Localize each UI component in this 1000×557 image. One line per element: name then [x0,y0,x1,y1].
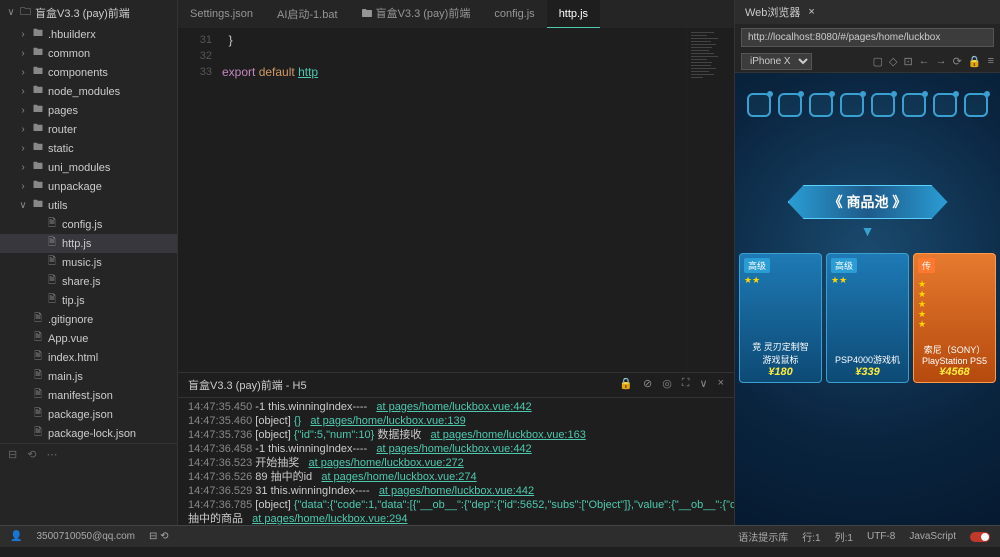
log-line: 14:47:35.460 [object] {} at pages/home/l… [188,414,724,428]
tree-item--gitignore[interactable]: 🗎.gitignore [0,310,177,329]
console: 盲盒V3.3 (pay)前端 - H5 🔒 ⊘ ◎ ⛶ ∨ × 14:47:35… [178,372,734,525]
status-user[interactable]: 3500710050@qq.com [36,531,135,542]
console-stop-icon[interactable]: ⊘ [643,377,652,393]
status-bar: 👤 3500710050@qq.com ⊟ ⟲ 语法提示库行:1 列:1 UTF-8… [0,525,1000,547]
tree-item-share-js[interactable]: 🗎share.js [0,272,177,291]
file-explorer: ∨🗀 盲盒V3.3 (pay)前端 ›🖿.hbuilderx›🖿common›🖿… [0,0,178,525]
project-root[interactable]: ∨🗀 盲盒V3.3 (pay)前端 [0,0,177,25]
preview-refresh-icon[interactable]: ⟳ [953,55,962,68]
tab--V3-3-pay-[interactable]: 🖿 盲盒V3.3 (pay)前端 [350,0,483,28]
tree-item-unpackage[interactable]: ›🖿unpackage [0,177,177,196]
console-title: 盲盒V3.3 (pay)前端 - H5 [188,377,307,393]
log-line: 抽中的商品 at pages/home/luckbox.vue:294 [188,512,724,525]
tree-item-index-html[interactable]: 🗎index.html [0,348,177,367]
product-card[interactable]: 高级★★竞 灵刃定制智游戏鼠标¥180 [739,253,822,383]
tree-item--hbuilderx[interactable]: ›🖿.hbuilderx [0,25,177,44]
editor-area: Settings.jsonAI启动-1.bat🖿 盲盒V3.3 (pay)前端c… [178,0,734,525]
tree-item-components[interactable]: ›🖿components [0,63,177,82]
tree-item-manifest-json[interactable]: 🗎manifest.json [0,386,177,405]
tree-item-package-json[interactable]: 🗎package.json [0,405,177,424]
minimap[interactable] [686,28,734,372]
log-link[interactable]: at pages/home/luckbox.vue:163 [431,429,586,441]
tree-item-utils[interactable]: ∨🖿utils [0,196,177,215]
log-line: 14:47:36.523 开始抽奖 at pages/home/luckbox.… [188,456,724,470]
preview-tool-1[interactable]: ▢ [873,55,883,68]
log-line: 14:47:36.529 31 this.winningIndex---- at… [188,484,724,498]
preview-lock-icon[interactable]: 🔒 [968,55,982,68]
project-name: 盲盒V3.3 (pay)前端 [35,5,130,21]
product-pool-banner: 《 商品池 》 ▼ [788,185,948,239]
tab-config-js[interactable]: config.js [482,0,546,28]
preview-url-input[interactable] [741,28,994,47]
status-item[interactable]: 列:1 [835,529,853,544]
web-preview: Web浏览器 × iPhone X ▢ ◇ ⊡ ← → ⟳ 🔒 ≡ [734,0,1000,525]
status-item[interactable]: 行:1 [802,529,820,544]
log-link[interactable]: at pages/home/luckbox.vue:442 [376,443,531,455]
preview-tool-2[interactable]: ◇ [889,55,897,68]
product-card[interactable]: 传★★★★★索尼（SONY）PlayStation PS5¥4568 [913,253,996,383]
log-link[interactable]: at pages/home/luckbox.vue:272 [308,457,463,469]
tree-item-package-lock-json[interactable]: 🗎package-lock.json [0,424,177,443]
log-line: 14:47:35.736 [object] {"id":5,"num":10} … [188,428,724,442]
sidebar-footer: ⊟ ⟲ ⋯ [0,443,177,465]
console-lock-icon[interactable]: 🔒 [619,377,633,393]
console-expand-icon[interactable]: ⛶ [682,377,690,393]
log-line: 14:47:36.785 [object] {"data":{"code":1,… [188,498,724,512]
console-target-icon[interactable]: ◎ [662,377,672,393]
console-down-icon[interactable]: ∨ [700,377,708,393]
preview-menu-icon[interactable]: ≡ [988,55,994,68]
status-sep: ⊟ ⟲ [149,531,169,542]
status-toggle[interactable] [970,532,990,542]
log-line: 14:47:36.526 89 抽中的id at pages/home/luck… [188,470,724,484]
user-icon[interactable]: 👤 [10,531,22,542]
tree-item-tip-js[interactable]: 🗎tip.js [0,291,177,310]
collapse-icon[interactable]: ⊟ [8,448,17,461]
tree-item-App-vue[interactable]: 🗎App.vue [0,329,177,348]
tree-item-uni_modules[interactable]: ›🖿uni_modules [0,158,177,177]
log-link[interactable]: at pages/home/luckbox.vue:139 [310,415,465,427]
status-item[interactable]: 语法提示库 [738,529,788,544]
tree-item-main-js[interactable]: 🗎main.js [0,367,177,386]
tree-item-config-js[interactable]: 🗎config.js [0,215,177,234]
tree-item-http-js[interactable]: 🗎http.js [0,234,177,253]
tab-AI-1-bat[interactable]: AI启动-1.bat [265,0,350,28]
tree-item-static[interactable]: ›🖿static [0,139,177,158]
tree-item-music-js[interactable]: 🗎music.js [0,253,177,272]
console-close-icon[interactable]: × [718,377,724,393]
preview-tab-label[interactable]: Web浏览器 [745,4,800,20]
tree-item-common[interactable]: ›🖿common [0,44,177,63]
phone-viewport[interactable]: 《 商品池 》 ▼ 高级★★竞 灵刃定制智游戏鼠标¥180高级★★PSP4000… [735,73,1000,525]
log-link[interactable]: at pages/home/luckbox.vue:294 [252,513,407,525]
preview-back-icon[interactable]: ← [919,55,930,68]
log-link[interactable]: at pages/home/luckbox.vue:442 [379,485,534,497]
log-link[interactable]: at pages/home/luckbox.vue:442 [376,401,531,413]
preview-tool-3[interactable]: ⊡ [903,55,912,68]
device-select[interactable]: iPhone X [741,53,812,70]
sync-icon[interactable]: ⟲ [27,448,36,461]
line-gutter: 31 32 33 [178,28,222,372]
code-editor[interactable]: } export default http [222,28,686,372]
tab-Settings-json[interactable]: Settings.json [178,0,265,28]
tree-item-node_modules[interactable]: ›🖿node_modules [0,82,177,101]
log-line: 14:47:36.458 -1 this.winningIndex---- at… [188,442,724,456]
log-link[interactable]: at pages/home/luckbox.vue:274 [321,471,476,483]
status-item[interactable]: JavaScript [909,531,956,542]
tree-item-pages[interactable]: ›🖿pages [0,101,177,120]
preview-forward-icon[interactable]: → [936,55,947,68]
product-card[interactable]: 高级★★PSP4000游戏机¥339 [826,253,909,383]
more-icon[interactable]: ⋯ [46,448,57,461]
preview-close-icon[interactable]: × [808,6,814,18]
status-item[interactable]: UTF-8 [867,531,895,542]
editor-tabs: Settings.jsonAI启动-1.bat🖿 盲盒V3.3 (pay)前端c… [178,0,734,28]
tree-item-router[interactable]: ›🖿router [0,120,177,139]
tab-http-js[interactable]: http.js [547,0,600,28]
log-line: 14:47:35.450 -1 this.winningIndex---- at… [188,400,724,414]
